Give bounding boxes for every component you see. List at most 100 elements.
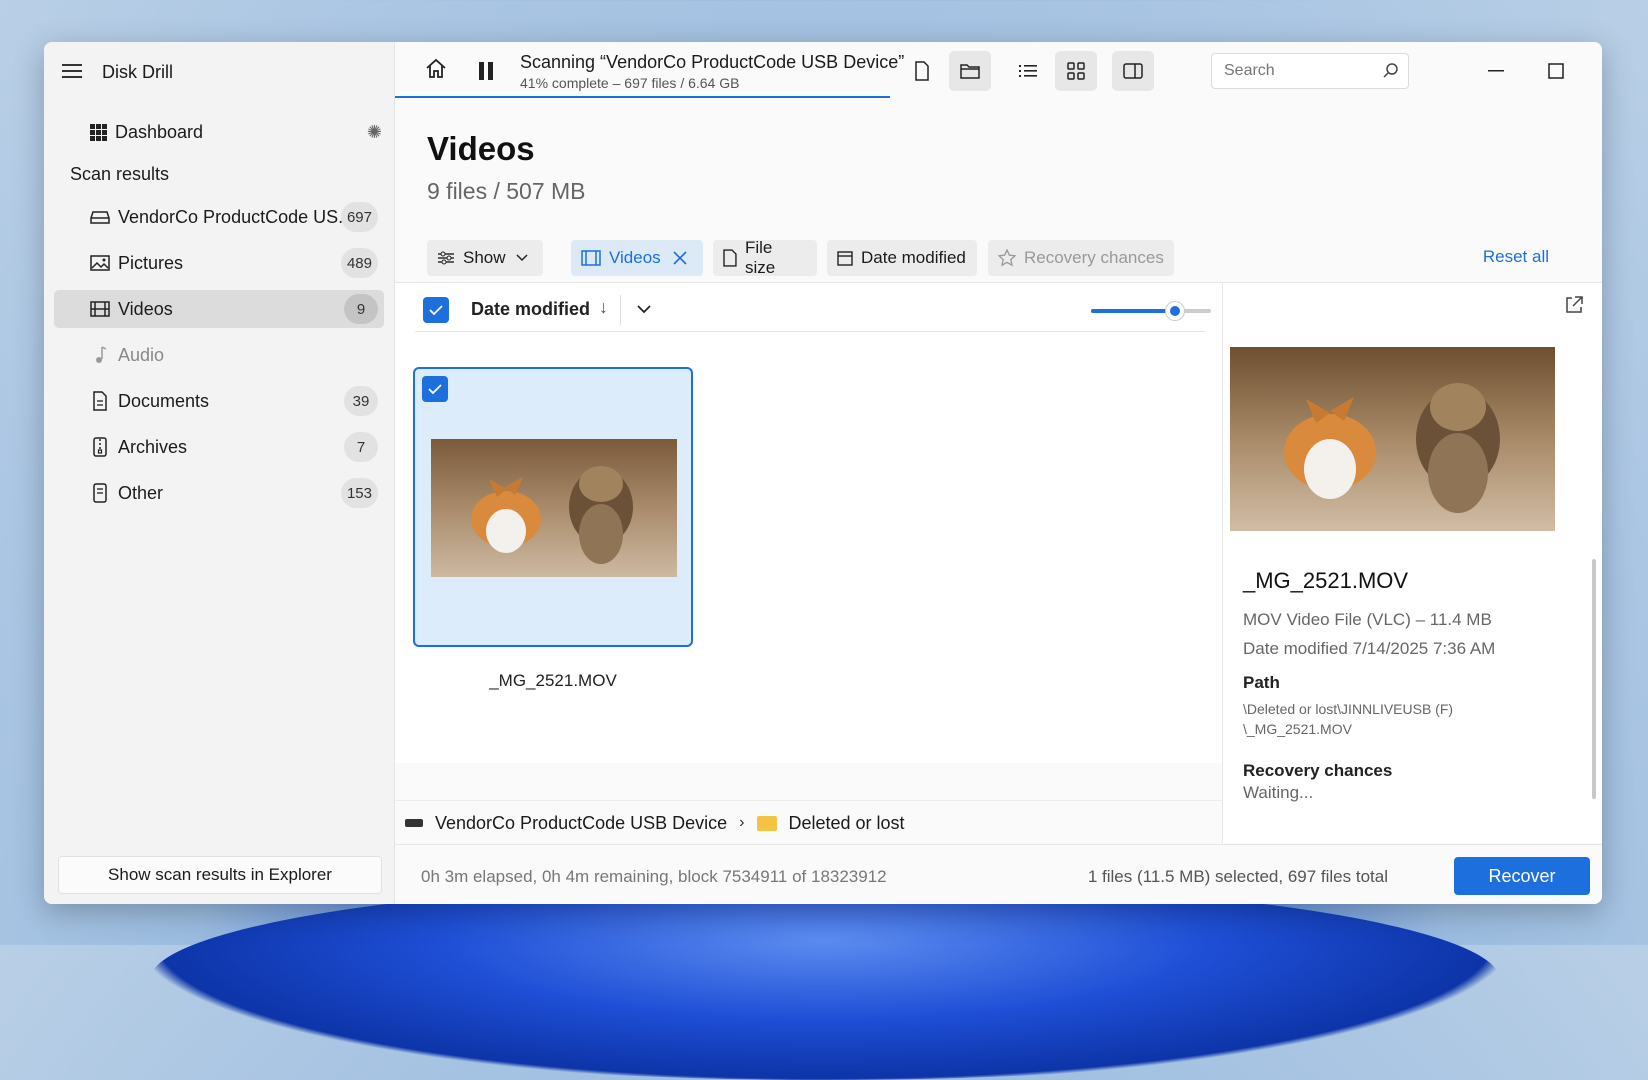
sidebar-item-label: Pictures	[118, 252, 184, 273]
music-note-icon	[90, 345, 110, 365]
preview-file-name: _MG_2521.MOV	[1243, 568, 1409, 593]
sidebar-item-pictures[interactable]: Pictures 489	[54, 244, 384, 282]
date-modified-filter-label: Date modified	[861, 248, 966, 267]
pause-icon[interactable]	[479, 62, 493, 80]
file-name: _MG_2521.MOV	[489, 671, 617, 690]
document-icon	[90, 391, 110, 411]
sidebar-item-label: Audio	[118, 344, 165, 365]
grid-view-icon[interactable]	[1055, 51, 1097, 91]
breadcrumb-device[interactable]: VendorCo ProductCode USB Device	[435, 813, 727, 834]
file-view-icon[interactable]	[901, 51, 943, 91]
breadcrumb: VendorCo ProductCode USB Device › Delete…	[395, 800, 1222, 845]
drive-icon	[405, 819, 423, 827]
sidebar-item-label: Other	[118, 482, 164, 503]
count-badge: 697	[340, 202, 378, 232]
sidebar-item-archives[interactable]: Archives 7	[54, 428, 384, 466]
scan-progress-text: 41% complete – 697 files / 6.64 GB	[520, 75, 740, 91]
file-checkbox[interactable]	[422, 376, 448, 402]
select-all-checkbox[interactable]	[423, 297, 449, 323]
recovery-chances-filter-button[interactable]: Recovery chances	[988, 240, 1174, 276]
file-size-filter-label: File size	[744, 238, 776, 277]
sort-field-label[interactable]: Date modified	[471, 299, 590, 320]
status-bar: 0h 3m elapsed, 0h 4m remaining, block 75…	[395, 844, 1602, 904]
chevron-down-icon[interactable]	[637, 301, 651, 319]
main-panel: Scanning “VendorCo ProductCode USB Devic…	[395, 42, 1602, 904]
search-icon[interactable]	[1383, 62, 1399, 83]
selection-summary: 1 files (11.5 MB) selected, 697 files to…	[1087, 867, 1388, 886]
slider-knob[interactable]	[1166, 302, 1184, 320]
loading-spinner-icon: ✺	[366, 122, 382, 142]
sidebar-item-label: Documents	[118, 390, 210, 411]
reset-all-link[interactable]: Reset all	[1483, 247, 1549, 267]
count-badge: 7	[344, 432, 378, 462]
top-toolbar: Scanning “VendorCo ProductCode USB Devic…	[395, 42, 1602, 98]
image-icon	[90, 253, 110, 273]
search-input[interactable]	[1211, 53, 1409, 89]
app-window: Disk Drill Dashboard ✺ Scan results Vend…	[44, 42, 1602, 904]
sliders-icon	[438, 251, 454, 265]
sort-direction-icon[interactable]: ↓	[599, 297, 608, 318]
file-other-icon	[90, 483, 110, 503]
sort-bar: Date modified ↓	[415, 289, 1211, 332]
maximize-icon[interactable]	[1541, 56, 1571, 86]
preview-scrollbar[interactable]	[1592, 559, 1596, 799]
thumbnail-size-slider[interactable]	[1091, 302, 1211, 320]
close-icon[interactable]	[1600, 56, 1602, 86]
count-badge: 9	[344, 294, 378, 324]
show-filter-button[interactable]: Show	[427, 240, 543, 276]
sidebar-item-videos[interactable]: Videos 9	[54, 290, 384, 328]
show-in-explorer-button[interactable]: Show scan results in Explorer	[58, 856, 382, 894]
checkmark-icon	[429, 305, 443, 315]
chevron-down-icon	[516, 254, 528, 262]
sidebar-item-label: Videos	[118, 298, 173, 319]
preview-pane: _MG_2521.MOV MOV Video File (VLC) – 11.4…	[1223, 283, 1602, 843]
preview-meta: MOV Video File (VLC) – 11.4 MB Date modi…	[1243, 605, 1495, 663]
sidebar: Disk Drill Dashboard ✺ Scan results Vend…	[44, 42, 395, 904]
file-grid-area: Date modified ↓ _MG_2521.MOV	[395, 283, 1222, 763]
videos-filter-label: Videos	[609, 248, 661, 267]
preview-image	[1230, 347, 1555, 531]
file-size-filter-button[interactable]: File size	[713, 238, 817, 277]
sidebar-item-dashboard[interactable]: Dashboard ✺	[90, 116, 390, 148]
scan-results-list: VendorCo ProductCode US... 697 Pictures …	[54, 198, 384, 520]
preview-path-line: \_MG_2521.MOV	[1243, 721, 1352, 737]
checkmark-icon	[428, 384, 442, 394]
remove-filter-icon[interactable]	[673, 251, 687, 265]
preview-date: Date modified 7/14/2025 7:36 AM	[1243, 639, 1496, 658]
recover-button[interactable]: Recover	[1454, 857, 1590, 895]
sidebar-item-other[interactable]: Other 153	[54, 474, 384, 512]
home-icon[interactable]	[425, 58, 447, 85]
minimize-icon[interactable]	[1481, 56, 1511, 86]
folder-view-icon[interactable]	[949, 51, 991, 91]
scan-elapsed-text: 0h 3m elapsed, 0h 4m remaining, block 75…	[421, 867, 887, 886]
file-tile[interactable]	[413, 367, 693, 647]
sidebar-item-device[interactable]: VendorCo ProductCode US... 697	[54, 198, 384, 236]
preview-recovery-label: Recovery chances	[1243, 761, 1393, 780]
calendar-icon	[837, 251, 853, 266]
sidebar-item-label: Archives	[118, 436, 188, 457]
drive-icon	[90, 207, 110, 227]
open-external-icon[interactable]	[1564, 295, 1584, 320]
date-modified-filter-button[interactable]: Date modified	[827, 240, 977, 276]
desktop-wallpaper	[150, 880, 1500, 1080]
list-view-icon[interactable]	[1007, 51, 1049, 91]
scan-progress-bar	[395, 96, 890, 98]
app-title: Disk Drill	[102, 62, 173, 82]
recovery-chances-filter-label: Recovery chances	[1024, 248, 1164, 267]
archive-icon	[90, 437, 110, 457]
video-thumbnail	[431, 439, 677, 577]
preview-pane-icon[interactable]	[1112, 51, 1154, 91]
preview-path-line: \Deleted or lost\JINNLIVEUSB (F)	[1243, 701, 1454, 717]
breadcrumb-folder[interactable]: Deleted or lost	[789, 813, 905, 834]
scan-results-heading: Scan results	[70, 164, 170, 184]
preview-path: \Deleted or lost\JINNLIVEUSB (F) \_MG_25…	[1243, 699, 1453, 739]
sidebar-item-label: VendorCo ProductCode US...	[118, 206, 354, 227]
videos-filter-chip[interactable]: Videos	[571, 240, 703, 276]
star-icon	[998, 249, 1016, 267]
divider	[620, 295, 621, 325]
page-subtitle: 9 files / 507 MB	[427, 178, 586, 204]
filter-bar: Show Videos File size Date modified Reco…	[427, 238, 1577, 277]
sidebar-item-audio[interactable]: Audio	[54, 336, 384, 374]
hamburger-menu-icon[interactable]	[60, 60, 84, 84]
sidebar-item-documents[interactable]: Documents 39	[54, 382, 384, 420]
